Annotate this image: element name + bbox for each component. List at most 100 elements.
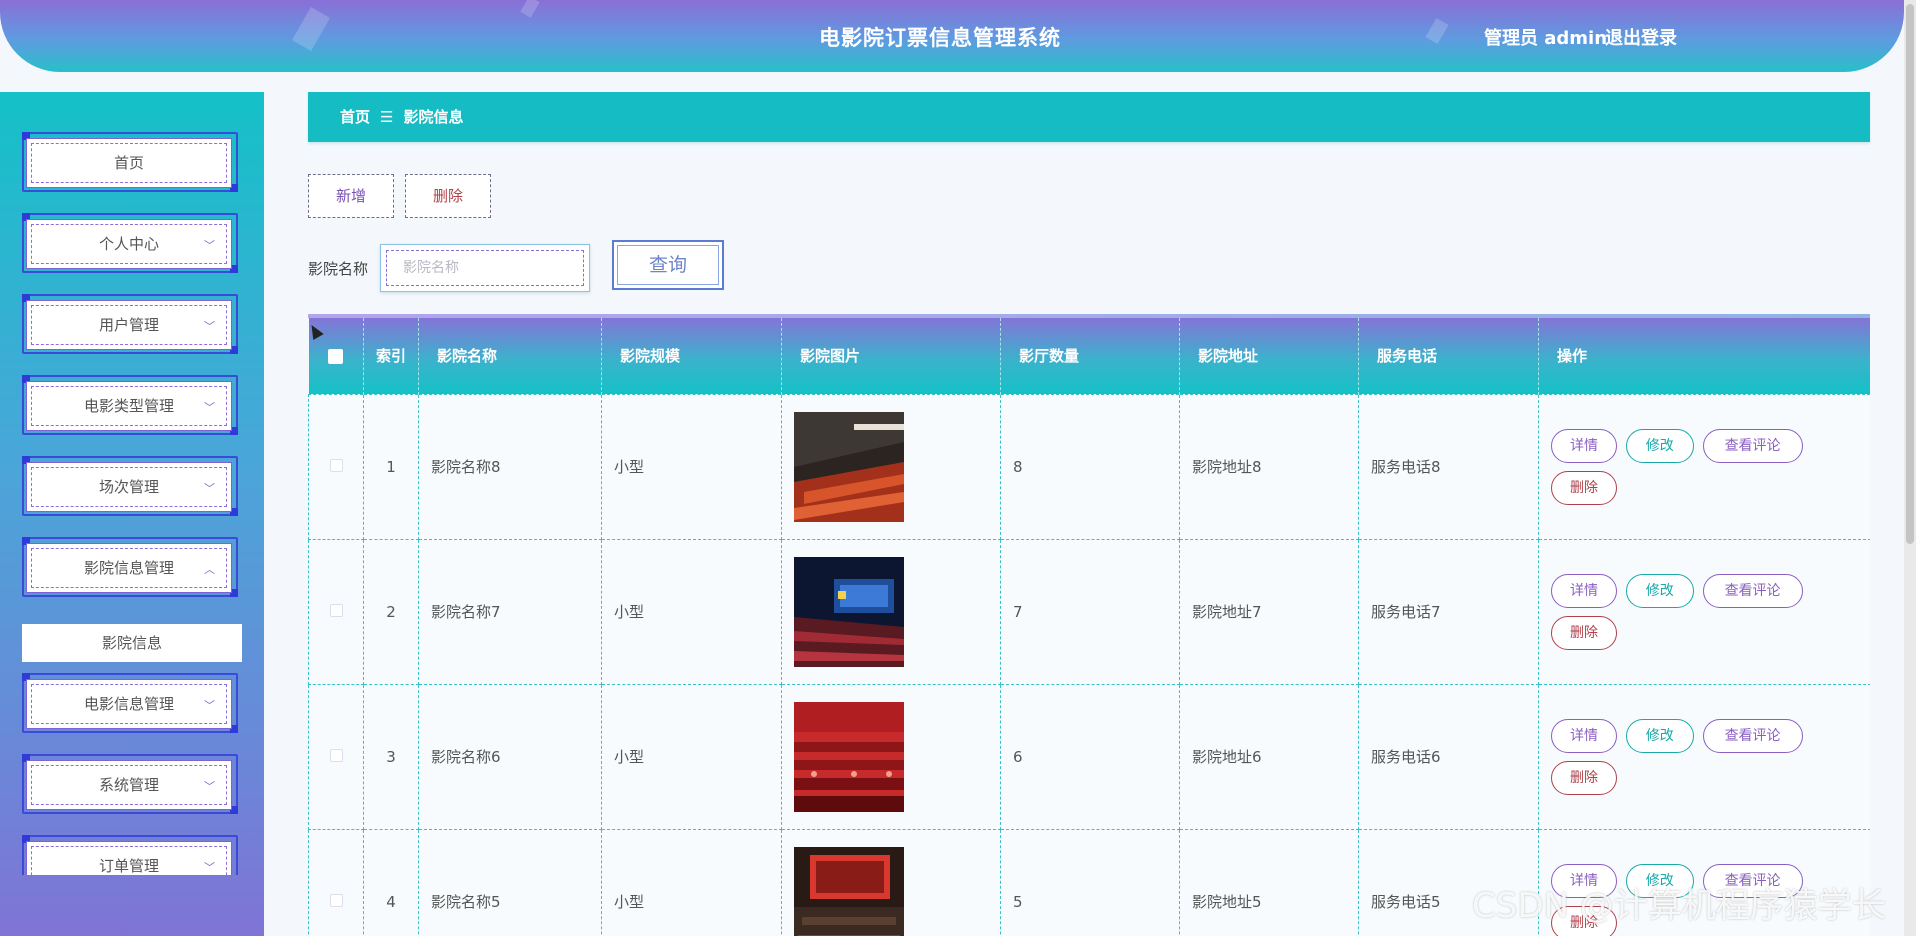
sidebar-item-home[interactable]: 首页 (22, 132, 238, 192)
search-button-label: 查询 (617, 245, 719, 285)
sidebar-item-label: 个人中心 (98, 235, 159, 253)
column-header-actions: 操作 (1538, 318, 1870, 394)
cinema-table: 索引 影院名称 影院规模 影院图片 影厅数量 影院地址 服务电话 操作 1 影院… (308, 318, 1870, 936)
column-header-image: 影院图片 (781, 318, 1001, 394)
cell-actions: 详情 修改 查看评论 删除 (1538, 393, 1870, 540)
detail-button[interactable]: 详情 (1551, 428, 1617, 463)
sidebar-item-label: 首页 (113, 154, 144, 172)
column-header-phone: 服务电话 (1358, 318, 1539, 394)
cinema-image[interactable] (794, 556, 904, 667)
view-comments-button[interactable]: 查看评论 (1702, 573, 1803, 608)
cell-phone: 服务电话7 (1358, 538, 1539, 685)
detail-button[interactable]: 详情 (1551, 573, 1617, 608)
cell-index: 3 (363, 683, 419, 830)
sidebar-item-label: 用户管理 (98, 316, 159, 334)
search-input[interactable]: 影院名称 (380, 244, 590, 292)
sidebar-subitem-cinema-info[interactable]: 影院信息 (22, 624, 242, 662)
chevron-down-icon: ﹀ (204, 401, 215, 414)
column-header-halls: 影厅数量 (1000, 318, 1180, 394)
chevron-down-icon: ﹀ (204, 861, 215, 874)
cell-image (781, 683, 1001, 830)
edit-button[interactable]: 修改 (1625, 718, 1694, 753)
cell-image (781, 828, 1001, 936)
sidebar-item-label: 电影类型管理 (83, 397, 174, 415)
table-row: 2 影院名称7 小型 7 影院地址7 服务电话7 详情 修改 查看评论 删除 (308, 538, 1870, 685)
sidebar-item-label: 场次管理 (98, 478, 159, 496)
cell-index: 4 (363, 828, 419, 936)
row-delete-button[interactable]: 删除 (1551, 470, 1617, 505)
view-comments-button[interactable]: 查看评论 (1702, 718, 1803, 753)
sidebar-item-order-management[interactable]: 订单管理 ﹀ (22, 835, 238, 875)
breadcrumb: 首页 ☰ 影院信息 (308, 92, 1870, 142)
cell-scale: 小型 (601, 538, 782, 685)
sidebar-item-cinema-info-management[interactable]: 影院信息管理 ︿ (22, 537, 238, 597)
chevron-down-icon: ﹀ (204, 239, 215, 252)
column-header-address: 影院地址 (1179, 318, 1359, 394)
watermark: CSDN @计算机程序猿学长 (1472, 886, 1886, 926)
chevron-up-icon: ︿ (204, 563, 215, 576)
cinema-image[interactable] (794, 846, 904, 936)
cell-index: 2 (363, 538, 419, 685)
page-scrollbar-thumb[interactable] (1906, 4, 1914, 544)
cell-scale: 小型 (601, 828, 782, 936)
breadcrumb-home[interactable]: 首页 (340, 108, 370, 126)
sidebar-item-personal-center[interactable]: 个人中心 ﹀ (22, 213, 238, 273)
cell-name: 影院名称5 (418, 828, 602, 936)
search-input-placeholder: 影院名称 (386, 250, 584, 286)
edit-button[interactable]: 修改 (1625, 573, 1694, 608)
cell-address: 影院地址6 (1179, 683, 1359, 830)
cell-halls: 7 (1000, 538, 1180, 685)
cell-halls: 8 (1000, 393, 1180, 540)
cell-actions: 详情 修改 查看评论 删除 (1538, 538, 1870, 685)
sidebar-item-user-management[interactable]: 用户管理 ﹀ (22, 294, 238, 354)
row-checkbox[interactable] (308, 538, 364, 685)
cinema-image[interactable] (794, 701, 904, 812)
sidebar-item-label: 系统管理 (98, 776, 159, 794)
detail-button[interactable]: 详情 (1551, 718, 1617, 753)
chevron-down-icon: ﹀ (204, 780, 215, 793)
search-button[interactable]: 查询 (612, 240, 724, 290)
view-comments-button[interactable]: 查看评论 (1702, 428, 1803, 463)
cell-halls: 6 (1000, 683, 1180, 830)
cell-index: 1 (363, 393, 419, 540)
sidebar-item-label: 订单管理 (98, 857, 159, 875)
row-actions: 详情 修改 查看评论 删除 (1551, 715, 1821, 799)
row-delete-button[interactable]: 删除 (1551, 615, 1617, 650)
delete-button[interactable]: 删除 (405, 174, 491, 218)
breadcrumb-current: 影院信息 (403, 108, 464, 126)
sidebar: 首页 个人中心 ﹀ 用户管理 ﹀ 电影类型管理 ﹀ 场次管理 ﹀ 影院信息管理 … (0, 92, 264, 936)
sidebar-item-system-management[interactable]: 系统管理 ﹀ (22, 754, 238, 814)
cell-address: 影院地址8 (1179, 393, 1359, 540)
sidebar-item-movie-info-management[interactable]: 电影信息管理 ﹀ (22, 673, 238, 733)
sidebar-item-session-management[interactable]: 场次管理 ﹀ (22, 456, 238, 516)
sidebar-item-label: 电影信息管理 (83, 695, 174, 713)
edit-button[interactable]: 修改 (1625, 428, 1694, 463)
row-checkbox[interactable] (308, 683, 364, 830)
table-row: 3 影院名称6 小型 6 影院地址6 服务电话6 详情 修改 查看评论 删除 (308, 683, 1870, 830)
checkbox-icon (329, 893, 343, 907)
row-delete-button[interactable]: 删除 (1551, 760, 1617, 795)
cell-phone: 服务电话8 (1358, 393, 1539, 540)
cell-image (781, 538, 1001, 685)
cinema-image[interactable] (794, 411, 904, 522)
row-checkbox[interactable] (308, 393, 364, 540)
add-button[interactable]: 新增 (308, 174, 394, 218)
row-actions: 详情 修改 查看评论 删除 (1551, 425, 1821, 509)
chevron-down-icon: ﹀ (204, 320, 215, 333)
current-user-label: 管理员 admin (1484, 28, 1608, 49)
checkbox-icon (329, 458, 343, 472)
checkbox-icon (329, 748, 343, 762)
checkbox-icon (328, 348, 344, 364)
table-row: 1 影院名称8 小型 8 影院地址8 服务电话8 详情 修改 查看评论 删除 (308, 393, 1870, 540)
logout-link[interactable]: 退出登录 (1605, 24, 1677, 50)
row-checkbox[interactable] (308, 828, 364, 936)
cell-image (781, 393, 1001, 540)
column-header-index: 索引 (363, 318, 419, 394)
sidebar-item-movie-type-management[interactable]: 电影类型管理 ﹀ (22, 375, 238, 435)
search-label: 影院名称 (308, 260, 369, 278)
cell-phone: 服务电话6 (1358, 683, 1539, 830)
header-decoration (520, 0, 540, 18)
cell-address: 影院地址5 (1179, 828, 1359, 936)
cell-name: 影院名称7 (418, 538, 602, 685)
cell-actions: 详情 修改 查看评论 删除 (1538, 683, 1870, 830)
